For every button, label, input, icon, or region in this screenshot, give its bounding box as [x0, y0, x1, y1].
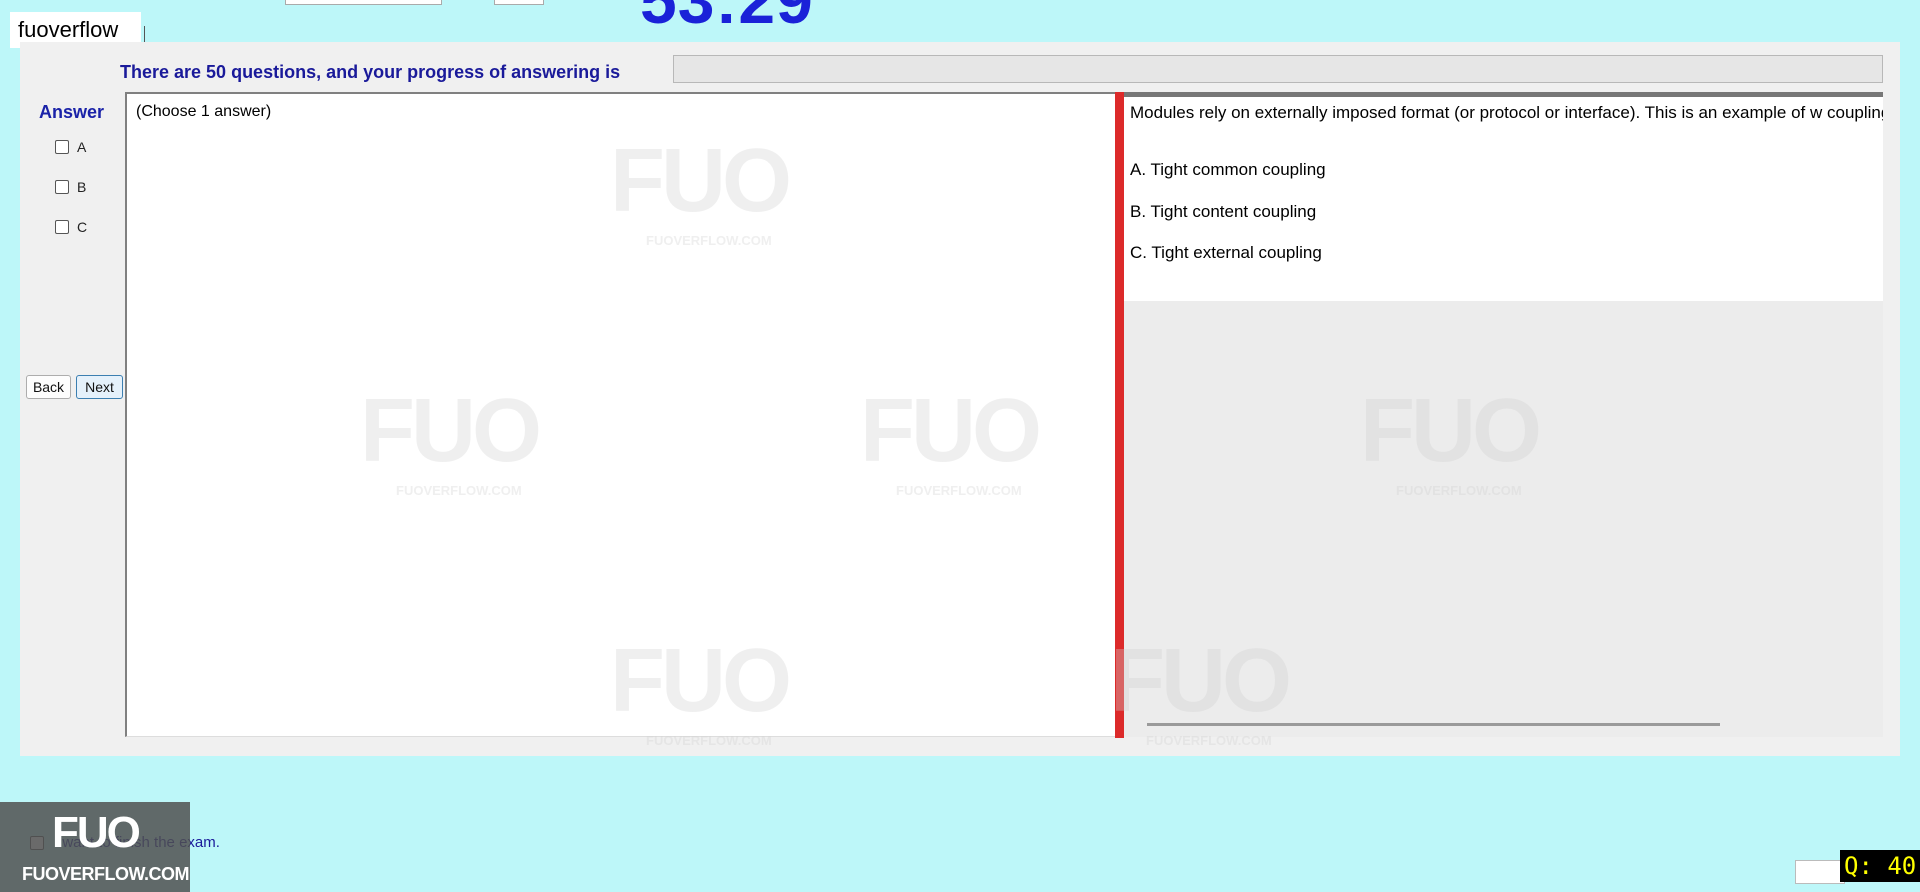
top-input-field[interactable]	[285, 0, 442, 5]
text-caret	[144, 26, 145, 42]
answer-title: Answer	[39, 102, 105, 122]
answer-option-label: B	[77, 179, 87, 195]
counter-field	[1795, 860, 1845, 884]
panel-splitter[interactable]	[1115, 92, 1124, 738]
brand-text: fuoverflow	[18, 17, 119, 42]
question-box: Modules rely on externally imposed forma…	[1124, 92, 1883, 301]
question-option-b: B. Tight content coupling	[1130, 202, 1317, 221]
logo-mark: FUO	[52, 808, 141, 857]
question-option-c: C. Tight external coupling	[1130, 243, 1322, 262]
question-text: Modules rely on externally imposed forma…	[1130, 103, 1883, 122]
checkbox-b[interactable]	[55, 180, 69, 194]
answer-option-b[interactable]: B	[55, 179, 86, 195]
countdown-timer: 53:29	[640, 0, 814, 37]
checkbox-a[interactable]	[55, 140, 69, 154]
question-option-a: A. Tight common coupling	[1130, 160, 1326, 179]
answer-text-area[interactable]: (Choose 1 answer)	[125, 92, 1115, 737]
progress-bar	[673, 55, 1883, 83]
top-small-field[interactable]	[494, 0, 544, 5]
question-counter: Q: 40	[1840, 850, 1920, 882]
next-button[interactable]: Next	[76, 375, 123, 399]
answer-option-label: C	[77, 219, 88, 235]
answer-option-a[interactable]: A	[55, 139, 86, 155]
checkbox-c[interactable]	[55, 220, 69, 234]
back-button[interactable]: Back	[26, 375, 71, 399]
choose-hint: (Choose 1 answer)	[136, 103, 272, 120]
progress-label: There are 50 questions, and your progres…	[120, 62, 621, 82]
horizontal-scrollbar[interactable]	[1147, 723, 1720, 726]
logo-text: FUOVERFLOW.COM	[22, 864, 190, 884]
answer-option-c[interactable]: C	[55, 219, 87, 235]
logo: FUO FUOVERFLOW.COM	[0, 802, 190, 892]
answer-option-label: A	[77, 139, 87, 155]
